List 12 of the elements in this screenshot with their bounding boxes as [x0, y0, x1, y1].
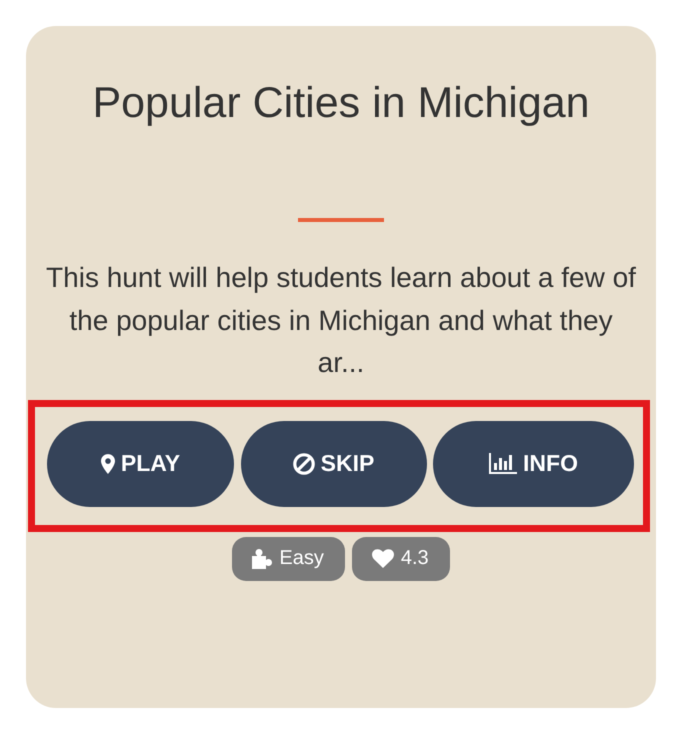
bar-chart-icon — [489, 453, 518, 474]
rating-badge: 4.3 — [352, 536, 450, 580]
skip-button[interactable]: SKIP — [240, 420, 426, 506]
hunt-title: Popular Cities in Michigan — [92, 79, 590, 127]
difficulty-badge: Easy — [232, 536, 345, 580]
heart-icon — [372, 549, 394, 568]
play-button[interactable]: PLAY — [47, 420, 234, 506]
ban-icon — [292, 452, 315, 474]
info-button[interactable]: INFO — [433, 420, 634, 506]
hunt-description: This hunt will help students learn about a few of the popular cities in Michigan and what they ar... — [45, 261, 637, 380]
puzzle-piece-icon — [252, 548, 272, 568]
map-pin-icon — [100, 454, 115, 474]
